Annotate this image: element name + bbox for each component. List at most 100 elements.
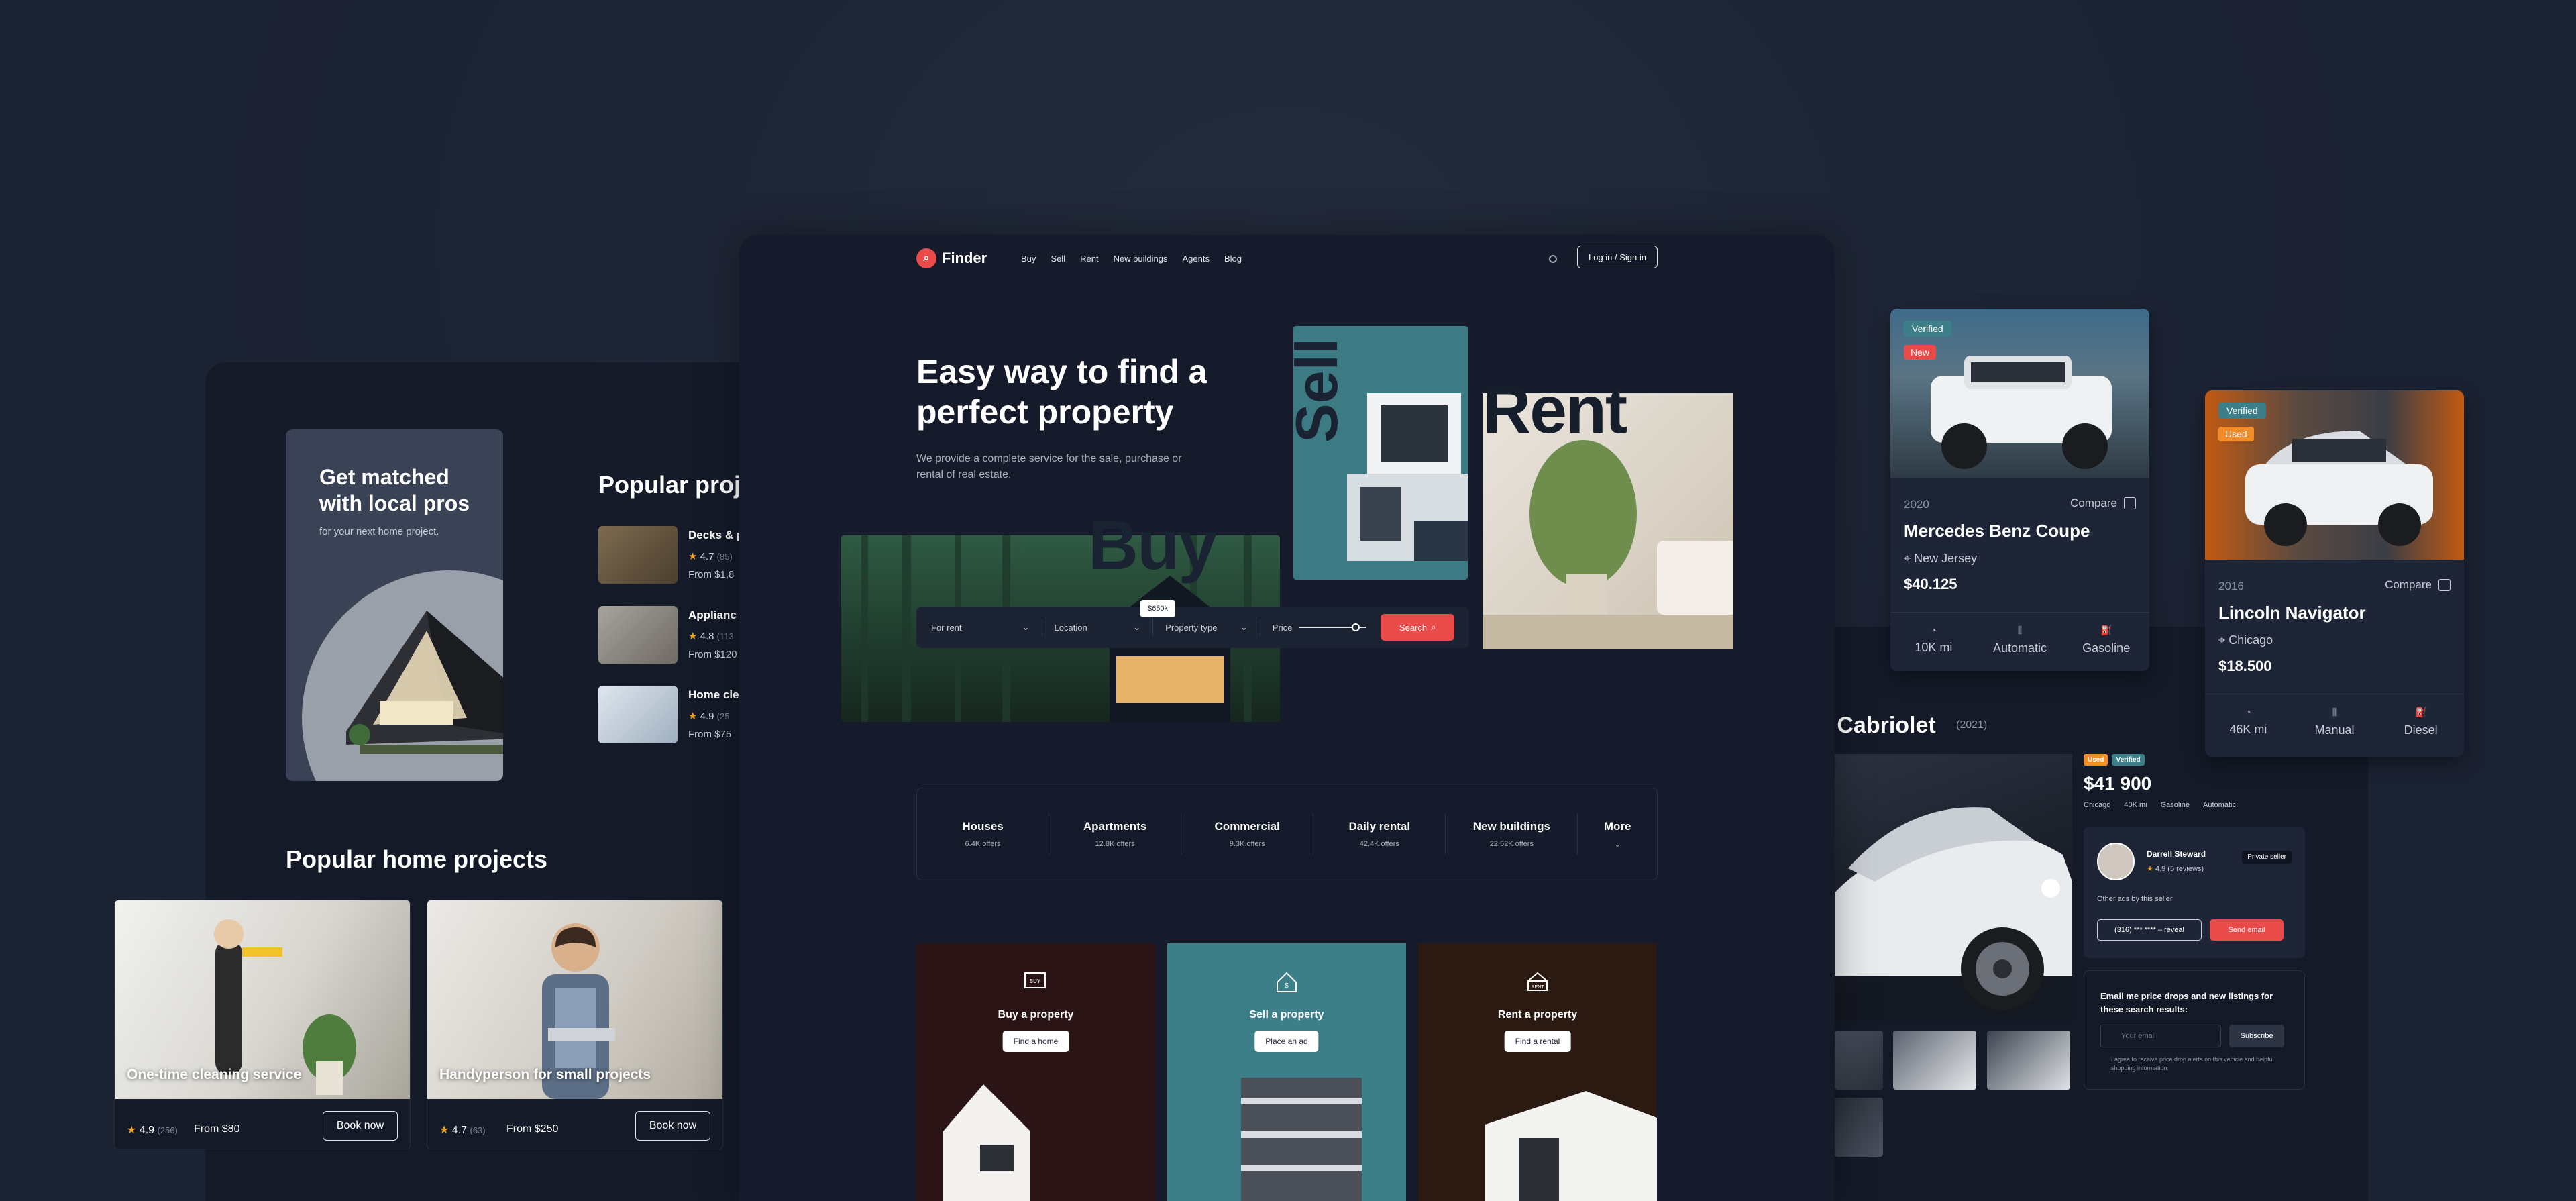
category-more[interactable]: More ⌄ bbox=[1578, 813, 1657, 855]
other-ads-link[interactable]: Other ads by this seller bbox=[2097, 895, 2173, 903]
used-badge: Used bbox=[2084, 754, 2108, 766]
car-thumbnail[interactable] bbox=[1835, 1031, 1883, 1090]
rent-type-value: For rent bbox=[931, 622, 962, 633]
book-now-button[interactable]: Book now bbox=[323, 1111, 398, 1141]
review-count: (256) bbox=[157, 1125, 178, 1135]
place-ad-button[interactable]: Place an ad bbox=[1254, 1031, 1319, 1052]
find-home-button[interactable]: Find a home bbox=[1002, 1031, 1069, 1052]
car-thumbnail[interactable] bbox=[1893, 1031, 1976, 1090]
project-name: Home cle bbox=[688, 688, 739, 701]
hero-subtitle: We provide a complete service for the sa… bbox=[916, 453, 1182, 480]
car-price: $41 900 bbox=[2084, 773, 2152, 794]
svg-text:BUY: BUY bbox=[1030, 978, 1041, 984]
category-apartments[interactable]: Apartments 12.8K offers bbox=[1049, 813, 1182, 855]
nav-blog[interactable]: Blog bbox=[1224, 254, 1242, 264]
compare-checkbox[interactable]: Compare bbox=[2385, 578, 2451, 592]
rent-type-select[interactable]: For rent ⌄ bbox=[931, 619, 1042, 636]
category-houses[interactable]: Houses 6.4K offers bbox=[917, 813, 1050, 855]
seller-name: Darrell Steward bbox=[2147, 849, 2206, 859]
consent-checkbox-label[interactable]: I agree to receive price drop alerts on … bbox=[2100, 1055, 2290, 1073]
card-caption: One-time cleaning service bbox=[127, 1067, 302, 1082]
subscribe-button[interactable]: Subscribe bbox=[2229, 1025, 2284, 1047]
project-rating: ★ 4.9 (25 bbox=[688, 710, 729, 722]
send-email-button[interactable]: Send email bbox=[2210, 919, 2284, 941]
fuel-spec: Gasoline bbox=[2160, 801, 2190, 809]
car-card[interactable]: Verified New 2020 Compare Mercedes Benz … bbox=[1890, 309, 2149, 671]
book-now-button[interactable]: Book now bbox=[635, 1111, 710, 1141]
car-photo: Verified Used bbox=[2205, 390, 2464, 560]
property-search-bar: For rent ⌄ Location ⌄ Property type ⌄ Price… bbox=[916, 607, 1469, 648]
car-thumbnail[interactable] bbox=[1835, 1098, 1883, 1157]
list-item[interactable]: Decks & p ★ 4.7 (85) From $1,8 bbox=[598, 526, 755, 586]
star-icon: ★ bbox=[127, 1125, 137, 1136]
svg-text:RENT: RENT bbox=[1531, 985, 1544, 990]
property-type-select[interactable]: Property type ⌄ bbox=[1153, 619, 1260, 636]
project-thumbnail bbox=[598, 526, 678, 584]
list-item[interactable]: Applianc ★ 4.8 (113 From $120 bbox=[598, 606, 755, 666]
buy-property-card[interactable]: BUY Buy a property Find a home bbox=[916, 943, 1155, 1201]
logo[interactable]: ⌕ Finder bbox=[916, 248, 987, 268]
price-slider[interactable] bbox=[1299, 623, 1366, 631]
rating-value: 4.7 bbox=[451, 1125, 468, 1136]
email-field[interactable]: Your email bbox=[2100, 1025, 2221, 1047]
price-slider-handle[interactable] bbox=[1352, 623, 1360, 631]
theme-toggle-icon[interactable] bbox=[1549, 255, 1557, 263]
nav-agents[interactable]: Agents bbox=[1183, 254, 1210, 264]
star-icon: ★ bbox=[2147, 865, 2153, 873]
card-price: From $80 bbox=[194, 1123, 240, 1135]
list-item[interactable]: Home cle ★ 4.9 (25 From $75 bbox=[598, 686, 755, 746]
mileage-spec: ◔ 46K mi bbox=[2205, 694, 2292, 751]
category-commercial[interactable]: Commercial 9.3K offers bbox=[1181, 813, 1314, 855]
card-title: Sell a property bbox=[1249, 1009, 1324, 1021]
sell-house-icon: $ bbox=[1277, 972, 1297, 992]
category-offers: 6.4K offers bbox=[965, 840, 1001, 848]
seller-box: Darrell Steward ★ 4.9 (5 reviews) Privat… bbox=[2084, 827, 2305, 958]
car-price: $18.500 bbox=[2218, 658, 2272, 674]
sell-word: Sell bbox=[1283, 337, 1350, 443]
category-title: New buildings bbox=[1472, 820, 1550, 833]
review-count: (63) bbox=[470, 1125, 486, 1135]
nav-sell[interactable]: Sell bbox=[1051, 254, 1065, 264]
project-name: Decks & p bbox=[688, 529, 744, 541]
logo-icon: ⌕ bbox=[916, 248, 936, 268]
buy-word: Buy bbox=[1088, 507, 1217, 584]
nav-new-buildings[interactable]: New buildings bbox=[1114, 254, 1168, 264]
sell-property-card[interactable]: $ Sell a property Place an ad bbox=[1167, 943, 1406, 1201]
transmission-spec: ⫼ Manual bbox=[2292, 694, 2378, 751]
price-range[interactable]: Price bbox=[1260, 619, 1381, 636]
email-alert-box: Email me price drops and new listings fo… bbox=[2084, 970, 2305, 1090]
phone-reveal-button[interactable]: (316) *** **** – reveal bbox=[2097, 919, 2202, 941]
search-button[interactable]: Search ⌕ bbox=[1381, 614, 1454, 641]
location-select[interactable]: Location ⌄ bbox=[1042, 619, 1154, 636]
car-name: Mercedes Benz Coupe bbox=[1904, 521, 2090, 541]
login-button[interactable]: Log in / Sign in bbox=[1577, 246, 1658, 268]
category-title: Daily rental bbox=[1348, 820, 1411, 833]
find-rental-button[interactable]: Find a rental bbox=[1504, 1031, 1571, 1052]
car-thumbnail[interactable] bbox=[1987, 1031, 2070, 1090]
checkbox[interactable] bbox=[2124, 497, 2136, 509]
real-estate-panel: ⌕ Finder Buy Sell Rent New buildings Age… bbox=[739, 235, 1835, 1201]
avatar bbox=[2097, 843, 2135, 880]
star-icon: ★ bbox=[688, 551, 698, 562]
compare-checkbox[interactable]: Compare bbox=[2070, 497, 2136, 510]
category-daily-rental[interactable]: Daily rental 42.4K offers bbox=[1313, 813, 1446, 855]
category-new-buildings[interactable]: New buildings 22.52K offers bbox=[1446, 813, 1578, 855]
promo-card[interactable]: Get matched with local pros for your nex… bbox=[286, 429, 503, 781]
chevron-down-icon: ⌄ bbox=[1240, 622, 1248, 632]
nav-rent[interactable]: Rent bbox=[1080, 254, 1098, 264]
verified-badge: Verified bbox=[2218, 403, 2266, 419]
car-main-image[interactable] bbox=[1835, 754, 2072, 1021]
nav-buy[interactable]: Buy bbox=[1021, 254, 1036, 264]
checkbox[interactable] bbox=[2438, 579, 2451, 591]
rating-value: 4.9 bbox=[139, 1125, 155, 1136]
project-rating: ★ 4.8 (113 bbox=[688, 630, 734, 642]
service-card[interactable]: One-time cleaning service ★ 4.9 (256) Fr… bbox=[114, 900, 411, 1149]
fuel-spec: ⛽ Gasoline bbox=[2063, 613, 2149, 670]
compare-label: Compare bbox=[2070, 497, 2117, 509]
badge-row: Used Verified bbox=[2084, 754, 2145, 766]
search-button-label: Search bbox=[1399, 622, 1428, 633]
rent-property-card[interactable]: RENT Rent a property Find a rental bbox=[1418, 943, 1657, 1201]
car-card[interactable]: Verified Used 2016 Compare Lincoln Navig… bbox=[2205, 390, 2464, 757]
review-count: (5 reviews) bbox=[2167, 865, 2204, 873]
service-card[interactable]: Handyperson for small projects ★ 4.7 (63… bbox=[427, 900, 723, 1149]
